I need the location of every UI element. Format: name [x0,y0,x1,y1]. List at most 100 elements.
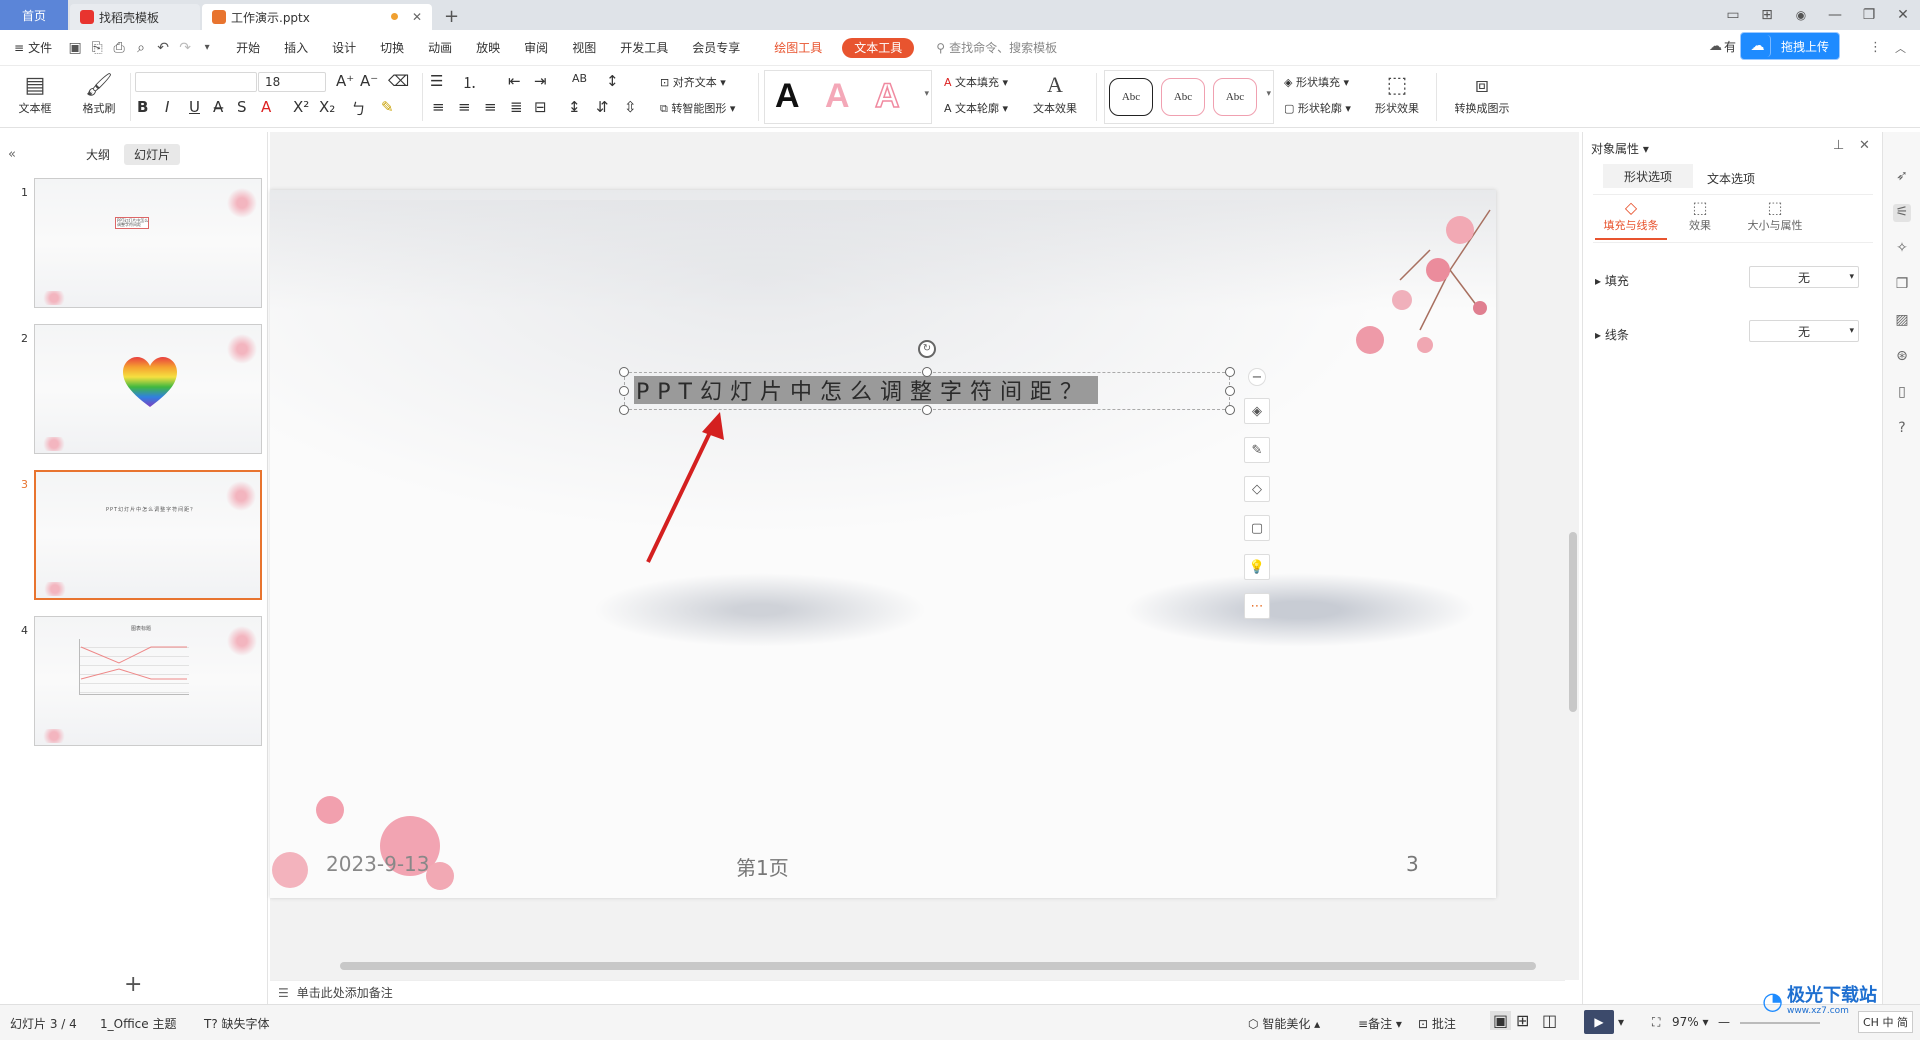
bullets-icon[interactable]: ☰ [430,72,443,90]
shape-outline-button[interactable]: ▢ 形状轮廓 ▾ [1284,100,1351,116]
close-panel-icon[interactable]: ✕ [1859,138,1870,153]
horizontal-scroll-thumb[interactable] [340,962,1536,970]
para-settings-icon[interactable]: ⇳ [624,98,637,116]
drag-upload-button[interactable]: ☁ 拖拽上传 [1739,32,1840,60]
tab-home[interactable]: 首页 [0,0,68,30]
align-right-icon[interactable]: ≡ [484,98,497,116]
resize-handle[interactable] [1225,386,1235,396]
gallery-more-icon[interactable]: ▾ [924,89,929,99]
slide-thumbnail-4[interactable]: 图表标题 [34,616,262,746]
art-text-style-black[interactable]: A [775,77,800,116]
italic-icon[interactable]: I [165,98,169,116]
resize-handle[interactable] [1225,367,1235,377]
textbox-button[interactable]: ▤ 文本框 [10,70,60,116]
shadow-icon[interactable]: S [237,98,247,116]
menu-review[interactable]: 审阅 [512,30,560,66]
menu-transition[interactable]: 切换 [368,30,416,66]
fit-window-icon[interactable]: ⛶ [1652,1015,1660,1030]
text-fill-button[interactable]: A 文本填充 ▾ [944,74,1008,90]
tab-text-options[interactable]: 文本选项 [1707,170,1755,187]
numbering-icon[interactable]: ⒈ [462,72,477,93]
menu-draw-tool[interactable]: 绘图工具 [762,30,834,66]
horizontal-scrollbar[interactable] [278,958,1562,972]
smart-beautify-button[interactable]: ⬡ 智能美化 ▴ [1248,1015,1320,1032]
subtab-size-properties[interactable]: ⬚ 大小与属性 [1733,198,1817,233]
slide-title-textbox[interactable]: PPT幻灯片中怎么调整字符间距？ [634,376,1098,404]
notes-pane[interactable]: ☰ 单击此处添加备注 [270,980,1565,1004]
smart-shape-button[interactable]: ⧉ 转智能图形 ▾ [660,100,735,116]
font-size-select[interactable]: 18 [258,72,326,92]
align-left-icon[interactable]: ≡ [432,98,445,116]
sorter-view-icon[interactable]: ⊞ [1516,1011,1529,1030]
cloud-sync-icon[interactable]: ☁ [1709,39,1722,54]
menu-animation[interactable]: 动画 [416,30,464,66]
pin-icon[interactable]: ⊥ [1833,138,1844,153]
text-outline-button[interactable]: A 文本轮廓 ▾ [944,100,1008,116]
play-slideshow-icon[interactable]: ▶ [1584,1010,1614,1034]
collapse-ribbon-icon[interactable]: ︿ [1895,40,1906,56]
theme-name[interactable]: 1_Office 主题 [100,1015,176,1032]
text-direction-icon[interactable]: ↕ [606,72,619,90]
zoom-level[interactable]: 97% ▾ [1672,1015,1709,1029]
tab-slides[interactable]: 幻灯片 [123,144,180,165]
tab-document[interactable]: 工作演示.pptx ✕ [202,4,432,30]
redo-icon[interactable]: ↷ [174,40,196,56]
align-text-button[interactable]: ⊡ 对齐文本 ▾ [660,74,726,90]
shape-gallery-more-icon[interactable]: ▾ [1266,89,1271,99]
clear-format-icon[interactable]: ⌫ [388,72,409,90]
shape-fill-button[interactable]: ◈ 形状填充 ▾ [1284,74,1349,90]
add-slide-plus-icon[interactable]: + [124,972,142,997]
pen-icon[interactable]: ✎ [1244,437,1270,463]
justify-icon[interactable]: ≣ [510,98,523,116]
export-icon[interactable]: ⎘ [86,40,108,56]
text-effect-button[interactable]: A 文本效果 [1028,70,1082,116]
resize-handle[interactable] [619,367,629,377]
line-select[interactable]: 无 ▾ [1749,320,1859,342]
char-spacing-icon[interactable]: AB [572,72,587,85]
reading-view-icon[interactable]: ◫ [1542,1011,1557,1030]
notes-toggle-button[interactable]: ≡备注 ▾ [1358,1015,1402,1032]
save-icon[interactable]: ▣ [64,40,86,56]
collapse-panel-icon[interactable]: « [8,147,16,162]
fill-select[interactable]: 无 ▾ [1749,266,1859,288]
fill-bucket-icon[interactable]: ◇ [1244,476,1270,502]
lightbulb-icon[interactable]: 💡 [1244,554,1270,580]
increase-indent-icon[interactable]: ⇥ [534,72,547,90]
grid-apps-icon[interactable]: ⊞ [1750,7,1784,23]
outline-frame-icon[interactable]: ▢ [1244,515,1270,541]
slide-date-footer[interactable]: 2023-9-13 [326,852,430,876]
print-icon[interactable]: ⎙ [108,40,130,56]
menu-design[interactable]: 设计 [320,30,368,66]
shape-style-pink[interactable]: Abc [1161,78,1205,116]
decrease-font-icon[interactable]: A⁻ [360,72,378,90]
book-icon[interactable]: ▯ [1893,384,1911,402]
resize-handle[interactable] [619,405,629,415]
resize-handle[interactable] [922,367,932,377]
help-icon[interactable]: ? [1893,420,1911,438]
avatar[interactable]: ◉ [1784,8,1818,22]
shape-style-black[interactable]: Abc [1109,78,1153,116]
font-color-icon[interactable]: A [261,98,271,116]
resize-handle[interactable] [1225,405,1235,415]
preview-icon[interactable]: ⌕ [130,40,152,56]
art-text-style-pink[interactable]: A [825,77,850,116]
slide-page-number[interactable]: 3 [1406,852,1419,876]
highlight-icon[interactable]: ✎ [381,98,394,116]
image-icon[interactable]: ▨ [1893,312,1911,330]
compass-icon[interactable]: ⊛ [1893,348,1911,366]
new-tab-plus-icon[interactable]: + [444,6,459,27]
minimize-icon[interactable]: — [1818,7,1852,23]
close-tab-icon[interactable]: ✕ [412,10,422,24]
tab-outline[interactable]: 大纲 [76,144,120,165]
convert-diagram-button[interactable]: ⧈ 转换成图示 [1446,70,1518,116]
decrease-indent-icon[interactable]: ⇤ [508,72,521,90]
vertical-scroll-thumb[interactable] [1569,532,1577,712]
missing-font-button[interactable]: T? 缺失字体 [204,1015,270,1032]
restore-icon[interactable]: ❐ [1852,7,1886,23]
more-icon[interactable]: ⋯ [1244,593,1270,619]
fill-section-toggle[interactable]: ▸ 填充 [1595,272,1629,289]
format-painter-button[interactable]: 🖌 格式刷 [74,70,124,116]
menu-developer[interactable]: 开发工具 [608,30,680,66]
more-options-icon[interactable]: ⋮ [1869,40,1882,55]
vertical-scrollbar[interactable] [1565,132,1579,980]
